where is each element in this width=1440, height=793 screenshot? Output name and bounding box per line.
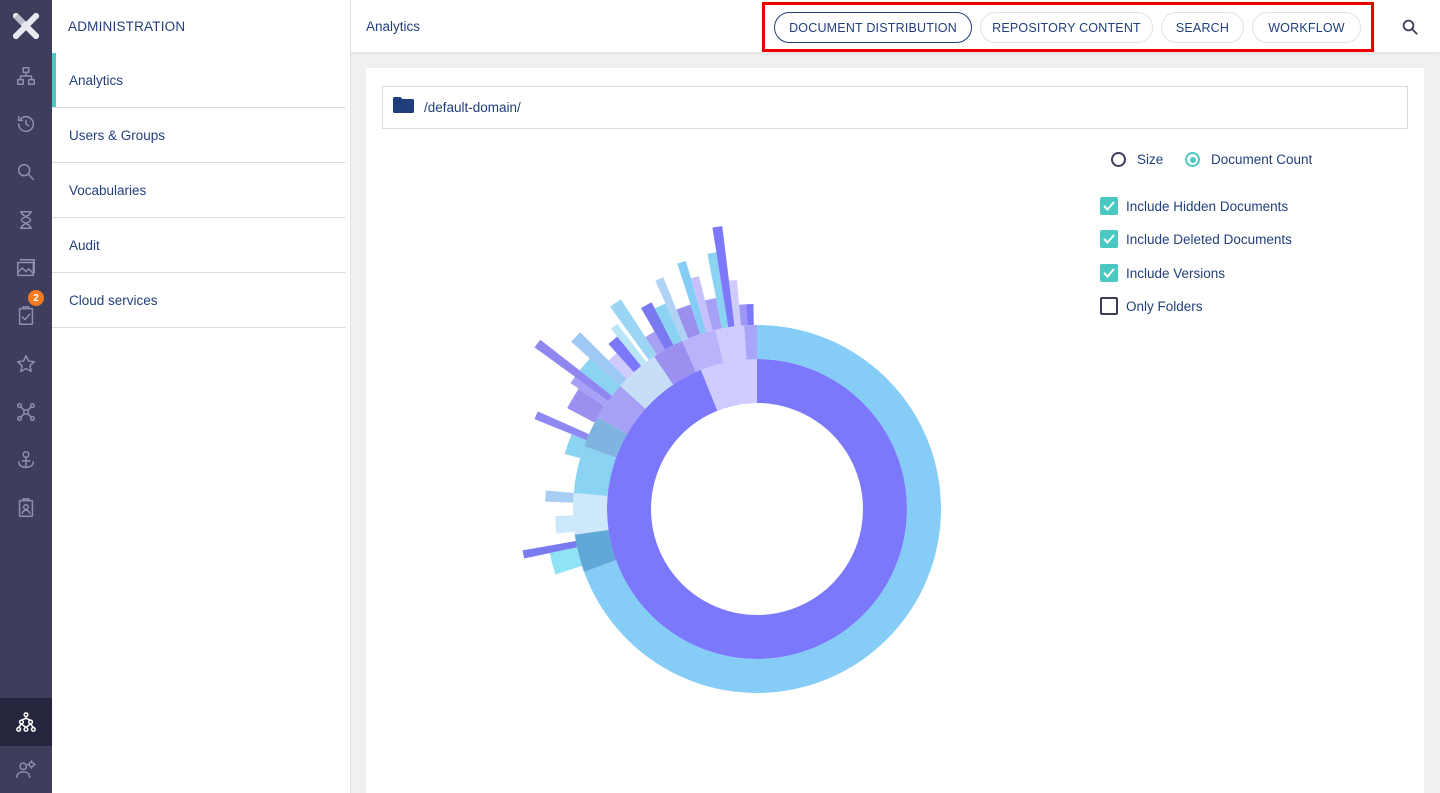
include-hidden-checkbox[interactable]: Include Hidden Documents xyxy=(1100,197,1288,215)
metric-document-count-radio[interactable]: Document Count xyxy=(1185,152,1312,167)
expired-hourglass-icon[interactable] xyxy=(0,198,52,242)
sunburst-outer-segment[interactable] xyxy=(573,492,609,535)
admin-menu-users-groups[interactable]: Users & Groups xyxy=(52,108,346,163)
document-distribution-sunburst[interactable] xyxy=(466,218,1026,738)
radio-indicator xyxy=(1185,152,1200,167)
radio-label: Document Count xyxy=(1211,152,1313,167)
nuxeo-logo-icon[interactable] xyxy=(0,0,52,52)
admin-menu-cloud-services[interactable]: Cloud services xyxy=(52,273,346,328)
administration-icon[interactable] xyxy=(0,698,52,746)
admin-menu-label: Cloud services xyxy=(69,292,158,308)
only-folders-checkbox[interactable]: Only Folders xyxy=(1100,297,1203,315)
user-settings-icon[interactable] xyxy=(0,748,52,792)
admin-menu-label: Analytics xyxy=(69,72,124,88)
browse-icon[interactable] xyxy=(0,54,52,98)
page-title: Analytics xyxy=(366,19,421,34)
metric-size-radio[interactable]: Size xyxy=(1111,152,1163,167)
path-text: /default-domain/ xyxy=(424,100,521,115)
sunburst-leaf-segment[interactable] xyxy=(746,304,754,326)
checkbox-box xyxy=(1100,297,1118,315)
top-header: Analytics DOCUMENT DISTRIBUTION REPOSITO… xyxy=(351,0,1440,53)
admin-menu-analytics[interactable]: Analytics xyxy=(52,53,346,108)
tab-repository-content[interactable]: REPOSITORY CONTENT xyxy=(980,12,1153,43)
sunburst-leaf-segment[interactable] xyxy=(534,411,589,441)
personal-workspace-icon[interactable] xyxy=(0,438,52,482)
administration-title: ADMINISTRATION xyxy=(68,19,186,34)
checkbox-label: Include Hidden Documents xyxy=(1126,198,1289,214)
tab-workflow[interactable]: WORKFLOW xyxy=(1252,12,1361,43)
recent-history-icon[interactable] xyxy=(0,102,52,146)
administration-panel: ADMINISTRATION Analytics Users & Groups … xyxy=(52,0,351,793)
admin-menu-label: Users & Groups xyxy=(69,127,166,143)
analytics-card: /default-domain/ Size Document Count Inc… xyxy=(366,68,1424,793)
sunburst-leaf-segment[interactable] xyxy=(545,490,574,503)
favorites-star-icon[interactable] xyxy=(0,342,52,386)
admin-menu-audit[interactable]: Audit xyxy=(52,218,346,273)
admin-menu-vocabularies[interactable]: Vocabularies xyxy=(52,163,346,218)
admin-menu-label: Vocabularies xyxy=(69,182,147,198)
tasks-icon[interactable] xyxy=(0,294,52,338)
tab-document-distribution[interactable]: DOCUMENT DISTRIBUTION xyxy=(774,12,972,43)
clipboard-network-icon[interactable] xyxy=(0,390,52,434)
path-breadcrumb[interactable]: /default-domain/ xyxy=(382,86,1408,129)
administration-menu: Analytics Users & Groups Vocabularies Au… xyxy=(52,53,346,328)
checkmark-icon xyxy=(1100,197,1118,215)
folder-icon xyxy=(393,97,414,118)
tab-search[interactable]: SEARCH xyxy=(1161,12,1244,43)
admin-menu-label: Audit xyxy=(69,237,100,253)
app-rail: 2 xyxy=(0,0,52,793)
checkmark-icon xyxy=(1100,264,1118,282)
checkbox-label: Include Versions xyxy=(1126,265,1226,281)
sunburst-leaf-segment[interactable] xyxy=(555,515,575,534)
checkbox-label: Include Deleted Documents xyxy=(1126,231,1292,247)
radio-label: Size xyxy=(1137,152,1164,167)
tasks-count-badge: 2 xyxy=(28,290,44,306)
include-versions-checkbox[interactable]: Include Versions xyxy=(1100,264,1225,282)
radio-indicator xyxy=(1111,152,1126,167)
checkmark-icon xyxy=(1100,230,1118,248)
include-deleted-checkbox[interactable]: Include Deleted Documents xyxy=(1100,230,1292,248)
checkbox-label: Only Folders xyxy=(1126,298,1203,314)
collections-icon[interactable] xyxy=(0,246,52,290)
profile-clipboard-icon[interactable] xyxy=(0,486,52,530)
search-icon[interactable] xyxy=(0,150,52,194)
sunburst-inner-ring[interactable] xyxy=(606,359,907,659)
header-search-icon[interactable] xyxy=(1399,16,1421,38)
